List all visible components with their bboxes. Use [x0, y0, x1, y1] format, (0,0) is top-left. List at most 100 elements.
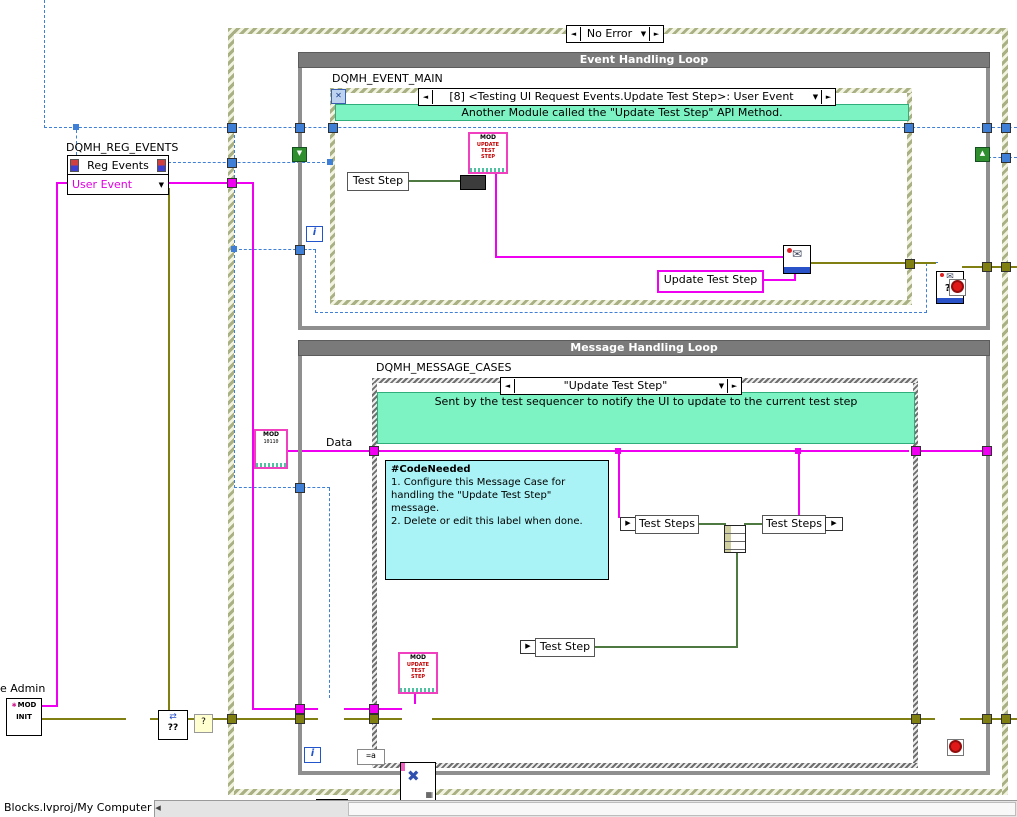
- tunnel[interactable]: [295, 245, 305, 255]
- tunnel[interactable]: [295, 704, 305, 714]
- outer-case-border-left[interactable]: [228, 28, 234, 795]
- wire-error[interactable]: [809, 262, 936, 264]
- test-step-label[interactable]: Test Step: [535, 638, 595, 657]
- case-next-icon[interactable]: ►: [727, 379, 741, 393]
- wire-error[interactable]: [432, 718, 913, 720]
- tunnel[interactable]: [295, 123, 305, 133]
- wire-refnum[interactable]: [44, 0, 45, 128]
- code-needed-note[interactable]: #CodeNeeded 1. Configure this Message Ca…: [385, 460, 609, 580]
- tunnel[interactable]: [904, 123, 914, 133]
- wire-message[interactable]: [252, 708, 318, 710]
- user-event-row[interactable]: User Event ▼: [68, 175, 168, 194]
- event-loop-border-right[interactable]: [986, 68, 990, 326]
- tunnel[interactable]: [982, 446, 992, 456]
- stop-condition-terminal[interactable]: [947, 739, 964, 756]
- wire-message[interactable]: [495, 256, 785, 258]
- tunnel[interactable]: [369, 714, 379, 724]
- event-prev-icon[interactable]: ◄: [419, 90, 433, 104]
- chevron-down-icon[interactable]: ▼: [159, 181, 164, 189]
- wire-refnum[interactable]: [926, 263, 927, 313]
- event-banner[interactable]: Another Module called the "Update Test S…: [335, 104, 909, 121]
- question-constant-icon[interactable]: ?: [194, 714, 213, 733]
- wire-refnum[interactable]: [315, 250, 316, 313]
- message-loop-title[interactable]: Message Handling Loop: [298, 340, 990, 356]
- event-loop-border-bottom[interactable]: [298, 326, 990, 330]
- message-case-selector[interactable]: ◄ "Update Test Step" ▼ ►: [500, 377, 742, 395]
- tunnel[interactable]: [905, 259, 915, 269]
- wire-data[interactable]: [736, 548, 738, 648]
- event-selector[interactable]: ◄ [8] <Testing UI Request Events.Update …: [418, 88, 836, 106]
- event-diagram-label[interactable]: DQMH_EVENT_MAIN: [332, 72, 443, 85]
- event-loop-border-left[interactable]: [298, 68, 302, 326]
- wire-message[interactable]: [913, 450, 982, 452]
- wire-data[interactable]: [592, 646, 738, 648]
- module-data-icon[interactable]: MOD 10110: [254, 429, 288, 469]
- outer-case-border-bottom[interactable]: [228, 789, 1008, 795]
- test-steps-label-2[interactable]: Test Steps: [762, 515, 826, 534]
- wire-refnum[interactable]: [315, 312, 927, 313]
- iteration-terminal[interactable]: i: [304, 747, 321, 763]
- tunnel[interactable]: [982, 123, 992, 133]
- tunnel[interactable]: [1001, 262, 1011, 272]
- update-test-step-vi-icon[interactable]: MOD UPDATE TEST STEP: [398, 652, 438, 694]
- wire-data[interactable]: [404, 180, 462, 182]
- tunnel[interactable]: [295, 714, 305, 724]
- tunnel[interactable]: [369, 446, 379, 456]
- tunnel[interactable]: [328, 123, 338, 133]
- wire-refnum[interactable]: [168, 162, 330, 163]
- scroll-left-icon[interactable]: ◂: [151, 800, 165, 817]
- message-loop-border-right[interactable]: [986, 356, 990, 771]
- merge-errors-vi-icon[interactable]: ⇄ ??: [158, 710, 188, 740]
- event-timeout-terminal-icon[interactable]: ✕: [331, 89, 346, 104]
- wire-error[interactable]: [38, 718, 126, 720]
- wire-refnum[interactable]: [329, 488, 330, 698]
- tunnel[interactable]: [1001, 153, 1011, 163]
- test-step-terminal-arrow[interactable]: ▶: [520, 640, 536, 654]
- event-structure-border-bottom[interactable]: [330, 300, 912, 305]
- message-case-banner[interactable]: Sent by the test sequencer to notify the…: [377, 392, 915, 444]
- test-steps-terminal-arrow[interactable]: ▶: [620, 517, 636, 531]
- outer-case-border-right[interactable]: [1002, 28, 1008, 795]
- message-name-constant[interactable]: Update Test Step: [657, 270, 764, 293]
- tunnel[interactable]: [982, 262, 992, 272]
- wire-message[interactable]: [495, 170, 497, 258]
- wire-message[interactable]: [56, 184, 58, 707]
- data-label[interactable]: Data: [326, 436, 352, 449]
- equals-comparison-icon[interactable]: =a: [357, 749, 385, 765]
- tunnel[interactable]: [227, 158, 237, 168]
- update-test-step-vi-icon[interactable]: MOD UPDATE TEST STEP: [468, 132, 508, 174]
- tunnel[interactable]: [982, 714, 992, 724]
- message-diagram-label[interactable]: DQMH_MESSAGE_CASES: [376, 361, 511, 374]
- case-next-icon[interactable]: ►: [649, 27, 663, 41]
- test-step-terminal-label[interactable]: Test Step: [347, 172, 409, 191]
- outer-case-selector[interactable]: ◄ No Error ▼ ►: [566, 25, 664, 43]
- wire-message[interactable]: [798, 452, 800, 518]
- event-terminal[interactable]: [327, 159, 333, 165]
- tunnel[interactable]: [911, 446, 921, 456]
- post-message-icon[interactable]: ✉: [783, 245, 811, 274]
- reg-events-row[interactable]: Reg Events: [68, 156, 168, 175]
- event-loop-title[interactable]: Event Handling Loop: [298, 52, 990, 68]
- chevron-down-icon[interactable]: ▼: [810, 90, 821, 104]
- project-tab[interactable]: Blocks.lvproj/My Computer: [0, 800, 155, 817]
- chevron-down-icon[interactable]: ▼: [716, 379, 727, 393]
- iteration-terminal[interactable]: i: [306, 226, 323, 242]
- shift-register-right[interactable]: ▲: [975, 147, 990, 162]
- tunnel[interactable]: [911, 714, 921, 724]
- wire-message[interactable]: [168, 182, 254, 184]
- message-handler-vi-icon[interactable]: ✖ ▦: [400, 762, 436, 802]
- chevron-down-icon[interactable]: ▼: [638, 27, 649, 41]
- tunnel[interactable]: [1001, 123, 1011, 133]
- test-steps-terminal-arrow[interactable]: ▶: [825, 517, 843, 531]
- horizontal-scrollbar-thumb[interactable]: [348, 802, 1016, 816]
- case-prev-icon[interactable]: ◄: [567, 27, 581, 41]
- type-terminal-icon[interactable]: [460, 175, 486, 190]
- test-steps-label-1[interactable]: Test Steps: [635, 515, 699, 534]
- wire-refnum[interactable]: [234, 487, 330, 488]
- tunnel[interactable]: [1001, 714, 1011, 724]
- tunnel[interactable]: [227, 714, 237, 724]
- register-events-node[interactable]: Reg Events User Event ▼: [67, 155, 169, 195]
- case-structure-border-bottom[interactable]: [372, 763, 918, 768]
- wire-refnum[interactable]: [44, 127, 990, 128]
- shift-register-left[interactable]: ▼: [292, 147, 307, 162]
